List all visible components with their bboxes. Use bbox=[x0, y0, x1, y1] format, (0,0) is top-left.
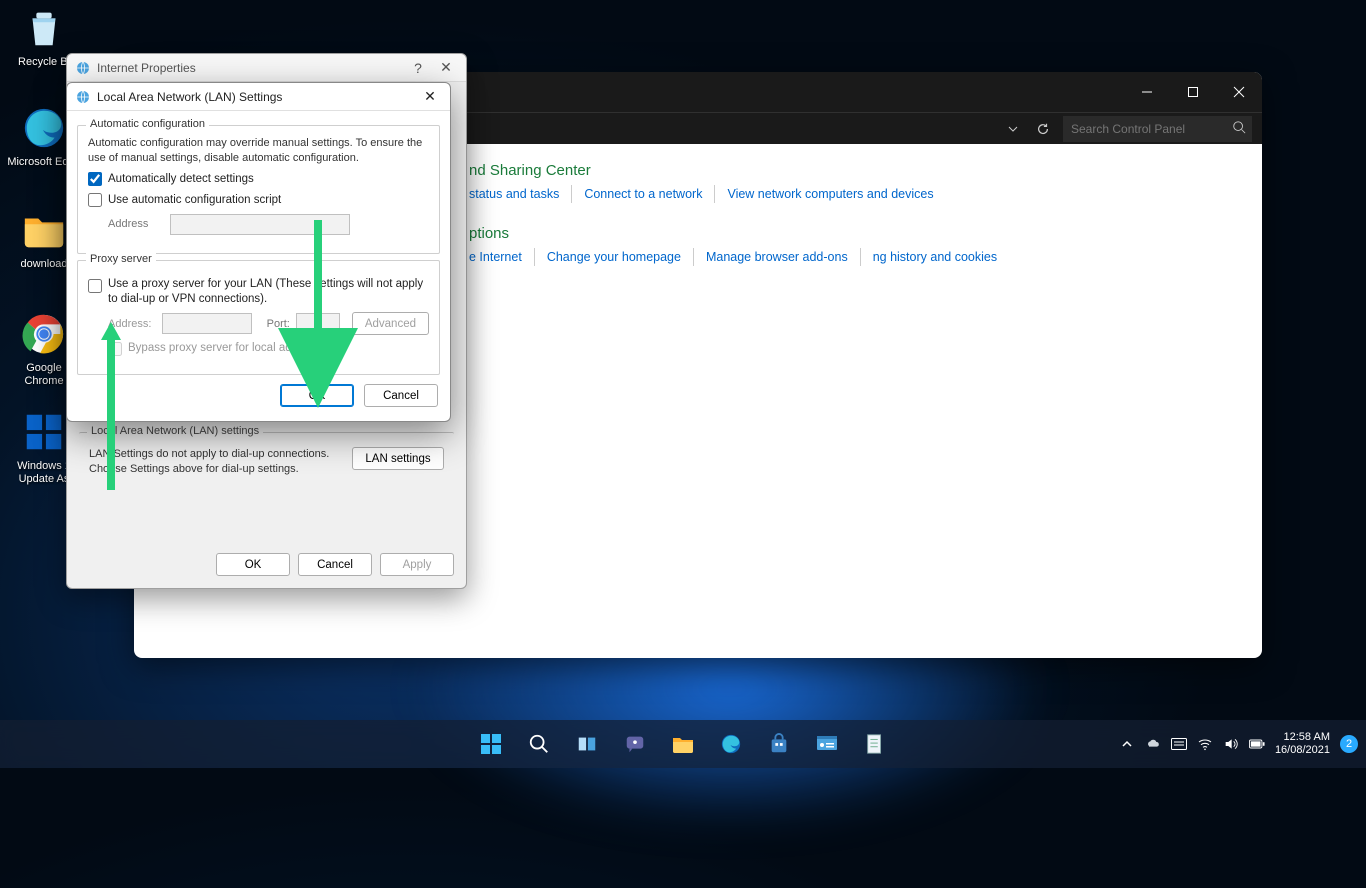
task-view-button[interactable] bbox=[567, 724, 607, 764]
notification-badge[interactable]: 2 bbox=[1340, 735, 1358, 753]
internet-options-icon bbox=[75, 89, 91, 105]
proxy-group: Proxy server Use a proxy server for your… bbox=[77, 260, 440, 376]
dialog-footer: OK Cancel bbox=[280, 384, 438, 407]
lan-settings-dialog: Local Area Network (LAN) Settings ✕ Auto… bbox=[66, 82, 451, 422]
link-history-cookies[interactable]: ng history and cookies bbox=[861, 248, 1009, 266]
control-panel-taskbar-icon[interactable] bbox=[807, 724, 847, 764]
link-view-computers[interactable]: View network computers and devices bbox=[715, 185, 945, 203]
windows-icon bbox=[20, 408, 68, 456]
link-connect-network[interactable]: Connect to a network bbox=[572, 185, 715, 203]
maximize-button[interactable] bbox=[1170, 72, 1216, 112]
chrome-icon bbox=[20, 310, 68, 358]
link-manage-addons[interactable]: Manage browser add-ons bbox=[694, 248, 861, 266]
close-button[interactable]: ✕ bbox=[432, 57, 460, 79]
cancel-button[interactable]: Cancel bbox=[298, 553, 372, 576]
link-status-tasks[interactable]: status and tasks bbox=[469, 185, 572, 203]
search-input[interactable] bbox=[1063, 116, 1252, 142]
search-icon[interactable] bbox=[1232, 120, 1246, 137]
wifi-icon[interactable] bbox=[1197, 736, 1213, 752]
ok-button[interactable]: OK bbox=[216, 553, 290, 576]
folder-icon bbox=[20, 206, 68, 254]
start-button[interactable] bbox=[471, 724, 511, 764]
store-button[interactable] bbox=[759, 724, 799, 764]
proxy-address-input[interactable] bbox=[162, 313, 252, 334]
clock-time: 12:58 AM bbox=[1275, 731, 1330, 744]
section-links-internet-options: e Internet Change your homepage Manage b… bbox=[469, 248, 1262, 266]
section-links-network: status and tasks Connect to a network Vi… bbox=[469, 185, 1262, 203]
auto-config-legend: Automatic configuration bbox=[86, 118, 209, 130]
keyboard-icon[interactable] bbox=[1171, 736, 1187, 752]
ok-button[interactable]: OK bbox=[280, 384, 354, 407]
taskbar: 12:58 AM 16/08/2021 2 bbox=[0, 720, 1366, 768]
help-button[interactable]: ? bbox=[404, 57, 432, 79]
section-heading-internet-options[interactable]: ptions bbox=[469, 225, 1262, 242]
use-proxy-checkbox[interactable] bbox=[88, 279, 102, 293]
dialog-title: Local Area Network (LAN) Settings bbox=[97, 90, 282, 104]
use-proxy-label: Use a proxy server for your LAN (These s… bbox=[108, 277, 429, 307]
chat-button[interactable] bbox=[615, 724, 655, 764]
apply-button[interactable]: Apply bbox=[380, 553, 454, 576]
edge-icon bbox=[20, 104, 68, 152]
dialog-titlebar[interactable]: Internet Properties ? ✕ bbox=[67, 54, 466, 82]
use-script-checkbox[interactable] bbox=[88, 193, 102, 207]
auto-detect-label: Automatically detect settings bbox=[108, 172, 429, 187]
lan-settings-button[interactable]: LAN settings bbox=[352, 447, 444, 470]
clock[interactable]: 12:58 AM 16/08/2021 bbox=[1275, 731, 1330, 757]
dialog-title: Internet Properties bbox=[97, 61, 196, 75]
advanced-button[interactable]: Advanced bbox=[352, 312, 429, 335]
taskbar-center bbox=[471, 724, 895, 764]
edge-button[interactable] bbox=[711, 724, 751, 764]
minimize-button[interactable] bbox=[1124, 72, 1170, 112]
notepad-taskbar-icon[interactable] bbox=[855, 724, 895, 764]
proxy-legend: Proxy server bbox=[86, 253, 156, 265]
recycle-bin-icon bbox=[20, 4, 68, 52]
link-change-homepage[interactable]: Change your homepage bbox=[535, 248, 694, 266]
chevron-down-icon[interactable] bbox=[1003, 124, 1023, 134]
auto-config-text: Automatic configuration may override man… bbox=[88, 136, 429, 166]
dialog-footer: OK Cancel Apply bbox=[67, 553, 466, 576]
clock-date: 16/08/2021 bbox=[1275, 744, 1330, 757]
link-e-internet[interactable]: e Internet bbox=[469, 248, 535, 266]
search-button[interactable] bbox=[519, 724, 559, 764]
cancel-button[interactable]: Cancel bbox=[364, 384, 438, 407]
close-button[interactable]: ✕ bbox=[416, 86, 444, 108]
dialog-titlebar[interactable]: Local Area Network (LAN) Settings ✕ bbox=[67, 83, 450, 111]
tray-overflow-icon[interactable] bbox=[1119, 736, 1135, 752]
bypass-local-label: Bypass proxy server for local addresses bbox=[128, 341, 429, 356]
use-script-label: Use automatic configuration script bbox=[108, 193, 429, 208]
script-address-label: Address bbox=[108, 218, 164, 230]
bypass-local-checkbox[interactable] bbox=[108, 342, 122, 356]
system-tray: 12:58 AM 16/08/2021 2 bbox=[1119, 731, 1358, 757]
lan-group-text: LAN Settings do not apply to dial-up con… bbox=[89, 447, 342, 477]
search-wrap bbox=[1063, 116, 1252, 142]
proxy-address-label: Address: bbox=[108, 318, 156, 330]
explorer-button[interactable] bbox=[663, 724, 703, 764]
volume-icon[interactable] bbox=[1223, 736, 1239, 752]
internet-options-icon bbox=[75, 60, 91, 76]
refresh-icon[interactable] bbox=[1033, 122, 1053, 136]
auto-config-group: Automatic configuration Automatic config… bbox=[77, 125, 440, 254]
close-button[interactable] bbox=[1216, 72, 1262, 112]
section-heading-network[interactable]: nd Sharing Center bbox=[469, 162, 1262, 179]
auto-detect-checkbox[interactable] bbox=[88, 172, 102, 186]
lan-group-legend: Local Area Network (LAN) settings bbox=[87, 425, 263, 437]
proxy-port-label: Port: bbox=[258, 318, 290, 330]
battery-icon[interactable] bbox=[1249, 736, 1265, 752]
script-address-input[interactable] bbox=[170, 214, 350, 235]
onedrive-icon[interactable] bbox=[1145, 736, 1161, 752]
proxy-port-input[interactable] bbox=[296, 313, 340, 334]
